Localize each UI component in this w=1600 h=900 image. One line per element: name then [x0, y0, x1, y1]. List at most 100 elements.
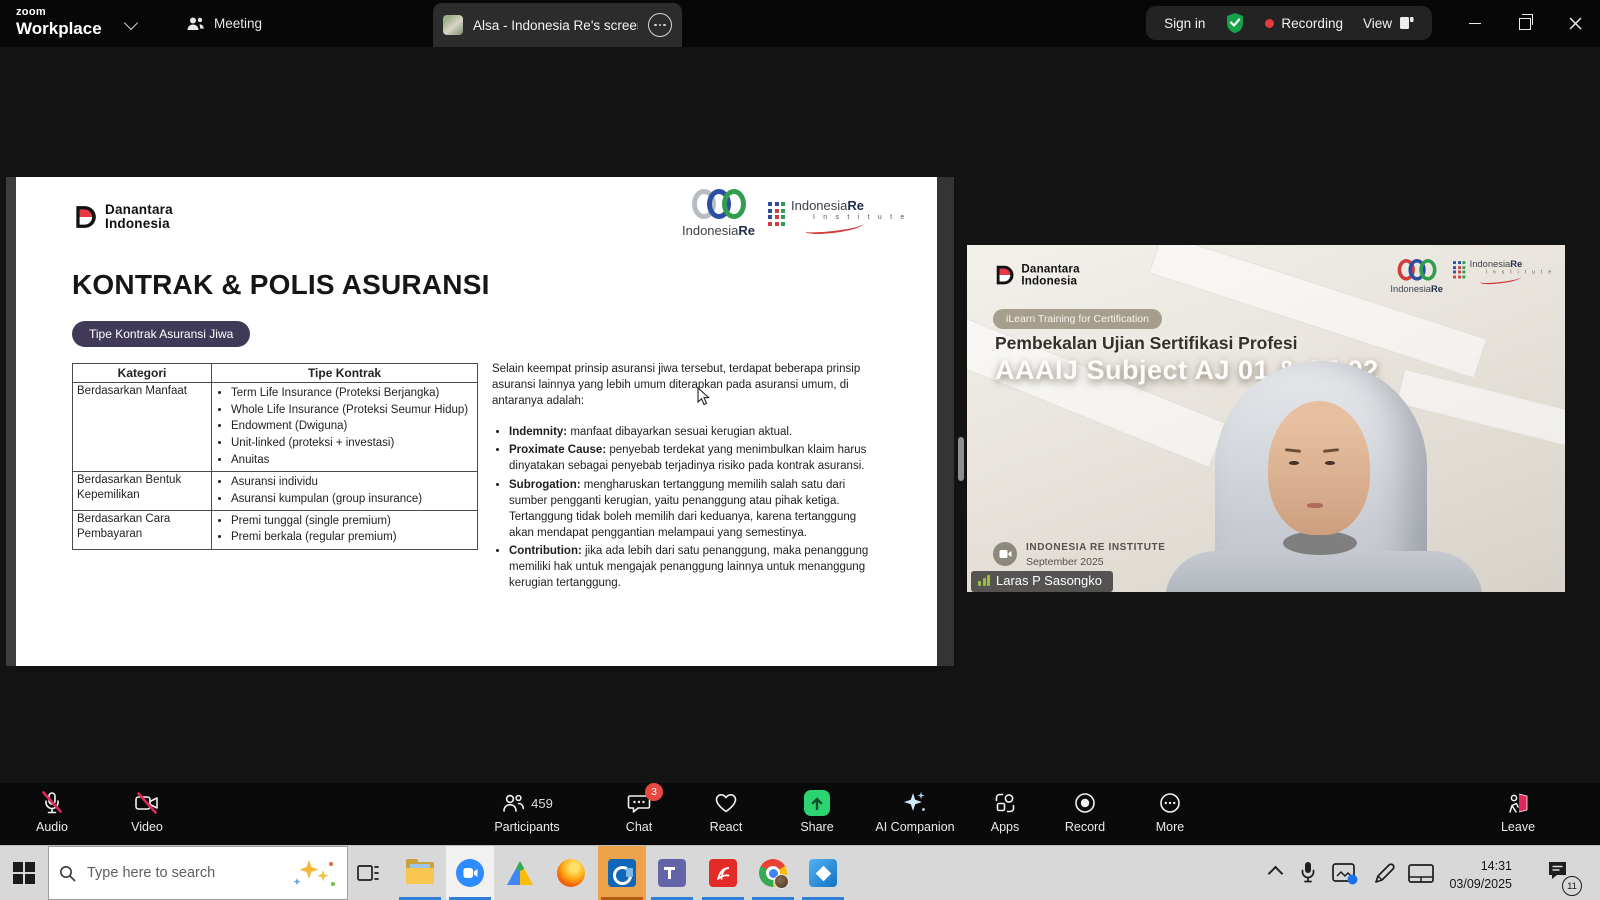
row-items: Premi tunggal (single premium) Premi ber…	[212, 510, 478, 549]
video-button[interactable]: Video	[105, 790, 189, 834]
row-category: Berdasarkan Cara Pembayaran	[73, 510, 212, 549]
recording-label: Recording	[1281, 16, 1343, 31]
firefox-icon	[557, 859, 585, 887]
outlook-icon	[608, 859, 636, 887]
meeting-toolbar: Audio Video 459	[0, 783, 1600, 845]
taskbar-app-photos[interactable]	[799, 846, 847, 900]
camera-off-icon	[134, 792, 160, 814]
heart-icon	[714, 792, 738, 814]
security-shield-icon[interactable]	[1225, 12, 1245, 34]
table-bullet: Endowment (Dwiguna)	[231, 419, 473, 434]
apps-label: Apps	[991, 820, 1020, 834]
speaker-video-tile[interactable]: Pembekalan Ujian Sertifikasi Profesi AAA…	[967, 245, 1565, 592]
chrome-icon	[759, 859, 787, 887]
table-bullet: Premi tunggal (single premium)	[231, 514, 473, 529]
zoom-workplace-logo[interactable]: zoom Workplace	[16, 7, 102, 37]
react-label: React	[710, 820, 743, 834]
record-icon	[1074, 792, 1096, 814]
share-button[interactable]: Share	[775, 790, 859, 834]
presenter-eye	[1289, 461, 1299, 465]
presenter-illustration	[967, 245, 1565, 592]
taskbar-app-outlook[interactable]	[598, 846, 646, 900]
taskbar-app-zoom[interactable]	[446, 846, 494, 900]
workspace-chevron-down-icon[interactable]	[124, 16, 138, 30]
view-label: View	[1363, 16, 1392, 31]
search-input[interactable]	[85, 864, 284, 882]
recording-indicator[interactable]: Recording	[1265, 16, 1343, 31]
principle-term: Proximate Cause:	[509, 444, 606, 456]
tab-meeting[interactable]: Meeting	[176, 0, 272, 47]
ai-companion-button[interactable]: AI Companion	[858, 790, 972, 834]
file-explorer-icon	[406, 862, 434, 884]
video-camera-icon	[993, 542, 1017, 566]
mouse-cursor	[697, 387, 710, 406]
close-button[interactable]	[1550, 0, 1600, 47]
taskbar-app-google-drive[interactable]	[496, 846, 544, 900]
notification-center-button[interactable]: 11	[1546, 859, 1572, 890]
tray-pen-icon[interactable]	[1372, 862, 1396, 891]
meeting-status-controls: Sign in Recording View	[1146, 6, 1432, 40]
table-header-kategori: Kategori	[73, 364, 212, 383]
table-row: Berdasarkan Cara Pembayaran Premi tungga…	[73, 510, 478, 549]
sign-in-button[interactable]: Sign in	[1164, 16, 1205, 31]
taskbar-app-file-explorer[interactable]	[396, 846, 444, 900]
start-button[interactable]	[13, 862, 35, 884]
leave-label: Leave	[1501, 820, 1535, 834]
react-button[interactable]: React	[684, 790, 768, 834]
minimize-button[interactable]	[1450, 0, 1500, 47]
audio-button[interactable]: Audio	[10, 790, 94, 834]
workplace-logo-text: Workplace	[16, 20, 102, 37]
speaker-name-tag: Laras P Sasongko	[971, 571, 1113, 592]
principles-intro: Selain keempat prinsip asuransi jiwa ter…	[492, 361, 872, 409]
row-category: Berdasarkan Manfaat	[73, 383, 212, 472]
tab-options-ellipsis-icon[interactable]	[648, 13, 672, 37]
leave-door-icon	[1506, 791, 1530, 815]
more-ellipsis-icon	[1159, 792, 1181, 814]
taskbar-clock[interactable]: 14:31 03/09/2025	[1420, 857, 1512, 893]
participants-icon	[501, 792, 525, 814]
table-bullet: Anuitas	[231, 453, 473, 468]
taskbar-search[interactable]	[48, 846, 348, 900]
search-icon	[59, 865, 76, 882]
zoom-app-icon	[456, 859, 484, 887]
tab-shared-screen-label: Alsa - Indonesia Re's screen	[473, 18, 638, 33]
institute-caption-name: INDONESIA RE INSTITUTE	[1026, 542, 1166, 553]
apps-icon	[994, 792, 1016, 814]
taskbar-app-acrobat[interactable]	[699, 846, 747, 900]
task-view-button[interactable]	[356, 862, 380, 889]
more-button[interactable]: More	[1128, 790, 1212, 834]
slide-left-border	[6, 177, 16, 666]
record-button[interactable]: Record	[1043, 790, 1127, 834]
presenter-lips	[1307, 503, 1323, 508]
chat-unread-badge: 3	[645, 783, 663, 801]
google-drive-icon	[507, 861, 533, 885]
taskbar-app-chrome[interactable]	[749, 846, 797, 900]
chat-button[interactable]: 3 Chat	[597, 790, 681, 834]
video-panel-scrollbar[interactable]	[958, 437, 964, 481]
tray-microphone-icon[interactable]	[1300, 860, 1316, 889]
view-button[interactable]: View	[1363, 16, 1414, 31]
tray-show-hidden-icons-chevron[interactable]	[1268, 866, 1284, 882]
indonesiare-word: Indonesia	[682, 223, 738, 238]
indonesiare-institute-logo: IndonesiaRe I n s t i t u t e	[768, 199, 907, 233]
principle-term: Subrogation:	[509, 479, 581, 491]
table-bullet: Term Life Insurance (Proteksi Berjangka)	[231, 386, 473, 401]
speaker-name: Laras P Sasongko	[996, 573, 1102, 588]
restore-button[interactable]	[1500, 0, 1550, 47]
taskbar-app-firefox[interactable]	[547, 846, 595, 900]
presenter-eye	[1325, 461, 1335, 465]
participants-button[interactable]: 459 Participants	[485, 790, 569, 834]
slide-topic-pill: Tipe Kontrak Asuransi Jiwa	[72, 321, 250, 347]
slide-right-border	[937, 177, 954, 666]
share-label: Share	[800, 820, 833, 834]
leave-button[interactable]: Leave	[1476, 790, 1560, 834]
tab-shared-screen[interactable]: Alsa - Indonesia Re's screen	[433, 3, 682, 47]
table-bullet: Whole Life Insurance (Proteksi Seumur Hi…	[231, 403, 473, 418]
acrobat-icon	[709, 859, 737, 887]
table-row: Berdasarkan Bentuk Kepemilikan Asuransi …	[73, 471, 478, 510]
taskbar-app-teams[interactable]	[648, 846, 696, 900]
contract-types-table: Kategori Tipe Kontrak Berdasarkan Manfaa…	[72, 363, 478, 550]
tray-screenshare-icon[interactable]	[1332, 863, 1358, 890]
table-header-tipe-kontrak: Tipe Kontrak	[212, 364, 478, 383]
apps-button[interactable]: Apps	[963, 790, 1047, 834]
